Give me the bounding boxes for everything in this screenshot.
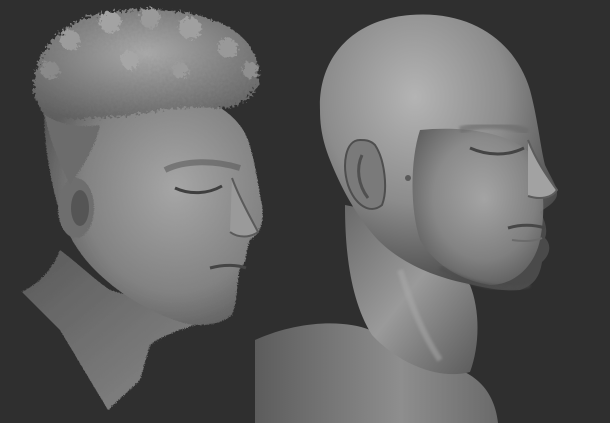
sculpt-viewport[interactable] (0, 0, 610, 423)
sculpt-mole (405, 175, 411, 181)
sculpt-head-model[interactable] (255, 14, 559, 423)
render-canvas (22, 8, 559, 423)
scan-head-model[interactable] (22, 8, 263, 410)
scan-curly-hair (33, 8, 259, 119)
sculpt-nose (527, 139, 559, 199)
